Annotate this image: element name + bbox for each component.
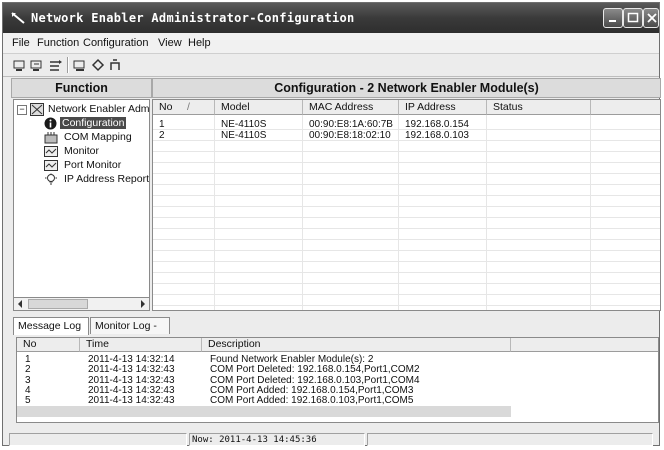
upgrade-icon[interactable]	[91, 58, 105, 72]
tree-horizontal-scrollbar[interactable]	[13, 297, 150, 311]
scroll-left-icon[interactable]	[15, 299, 26, 309]
log-header-description[interactable]: Description	[202, 338, 511, 352]
grid-line	[153, 305, 660, 306]
grid-line	[486, 115, 487, 310]
cell-no: 1	[159, 119, 165, 130]
grid-line	[153, 250, 660, 251]
grid-line	[398, 115, 399, 310]
maximize-button[interactable]	[623, 8, 643, 28]
network-enabler-icon	[30, 103, 44, 116]
grid-line	[153, 272, 660, 273]
toolbar	[3, 54, 659, 77]
app-icon	[11, 12, 25, 24]
maximize-icon	[627, 12, 639, 23]
cell-mac: 00:90:E8:18:02:10	[309, 130, 391, 141]
function-tree: − Network Enabler Admini Configuration C…	[13, 99, 150, 311]
column-header-status[interactable]: Status	[487, 100, 591, 115]
status-clock: Now: 2011-4-13 14:45:36	[192, 435, 317, 445]
status-bar: Now: 2011-4-13 14:45:36	[9, 433, 653, 446]
grid-line	[153, 261, 660, 262]
tab-monitor-log[interactable]: Monitor Log - 0	[90, 317, 170, 348]
monitor-icon	[44, 146, 58, 157]
cell-no: 2	[25, 364, 31, 376]
connect-icon[interactable]	[49, 58, 63, 72]
sort-indicator: /	[187, 101, 190, 113]
minimize-icon	[609, 20, 616, 22]
tree-root-label: Network Enabler Admini	[48, 103, 150, 115]
cell-ip: 192.168.0.154	[405, 119, 469, 130]
log-header-no[interactable]: No	[17, 338, 80, 352]
menu-bar: File Function Configuration View Help	[3, 33, 659, 54]
status-pane-clock: Now: 2011-4-13 14:45:36	[189, 433, 365, 446]
cell-time: 2011-4-13 14:32:43	[88, 395, 175, 407]
app-window: Network Enabler Administrator-Configurat…	[2, 2, 661, 446]
column-header-ip-address[interactable]: IP Address	[399, 100, 487, 115]
cell-model: NE-4110S	[221, 130, 267, 141]
grid-line	[153, 239, 660, 240]
cell-no: 5	[25, 395, 31, 407]
grid-line	[153, 195, 660, 196]
message-log-table: No Time Description 1 2011-4-13 14:32:14 F…	[16, 337, 659, 423]
log-header-blank	[511, 338, 658, 352]
title-bar[interactable]: Network Enabler Administrator-Configurat…	[3, 3, 659, 33]
grid-line	[302, 115, 303, 310]
tree-item-label: IP Address Report	[64, 173, 150, 185]
unlock-icon[interactable]	[108, 58, 122, 72]
cell-mac: 00:90:E8:1A:60:7B	[309, 119, 393, 130]
module-table: No / Model MAC Address IP Address Status…	[152, 99, 661, 311]
grid-line	[153, 184, 660, 185]
cell-ip: 192.168.0.103	[405, 130, 469, 141]
close-button[interactable]	[643, 8, 659, 28]
log-header-time[interactable]: Time	[80, 338, 202, 352]
grid-line	[214, 115, 215, 310]
tree-item-label: COM Mapping	[64, 131, 132, 143]
cell-description: COM Port Added: 192.168.0.103,Port1,COM5	[210, 395, 414, 407]
com-mapping-icon	[44, 132, 58, 144]
tree-item-label: Configuration	[60, 117, 127, 129]
selected-row-highlight	[17, 406, 511, 417]
info-icon	[44, 117, 57, 130]
grid-line	[153, 217, 660, 218]
minimize-button[interactable]	[603, 8, 623, 28]
configuration-header: Configuration - 2 Network Enabler Module…	[152, 78, 661, 98]
cell-description: COM Port Deleted: 192.168.0.154,Port1,CO…	[210, 364, 420, 376]
cell-time: 2011-4-13 14:32:43	[88, 364, 175, 376]
search-network-icon[interactable]	[13, 58, 27, 72]
function-header: Function	[11, 78, 152, 98]
column-header-model[interactable]: Model	[215, 100, 303, 115]
menu-function[interactable]: Function	[37, 37, 79, 49]
close-icon	[647, 13, 657, 23]
grid-line	[590, 115, 591, 310]
tree-item-label: Monitor	[64, 145, 100, 157]
grid-line	[153, 294, 660, 295]
grid-line	[153, 162, 660, 163]
grid-line	[153, 173, 660, 174]
grid-line	[153, 283, 660, 284]
lightbulb-icon	[45, 173, 57, 185]
grid-line	[153, 151, 660, 152]
grid-line	[153, 228, 660, 229]
status-pane-left	[9, 433, 187, 446]
tree-item-label: Port Monitor	[64, 159, 122, 171]
menu-file[interactable]: File	[12, 37, 30, 49]
window-title: Network Enabler Administrator-Configurat…	[31, 11, 355, 25]
column-header-mac-address[interactable]: MAC Address	[303, 100, 399, 115]
collapse-icon[interactable]: −	[17, 105, 27, 115]
status-pane-right	[367, 433, 653, 446]
toolbar-separator	[67, 57, 69, 73]
scroll-thumb[interactable]	[28, 299, 88, 309]
grid-line	[153, 206, 660, 207]
menu-view[interactable]: View	[158, 37, 182, 49]
column-header-no[interactable]: No /	[153, 100, 215, 115]
search-ip-icon[interactable]	[30, 58, 44, 72]
cell-model: NE-4110S	[221, 119, 267, 130]
menu-help[interactable]: Help	[188, 37, 211, 49]
tab-message-log[interactable]: Message Log - 5	[13, 317, 89, 348]
settings-icon[interactable]	[73, 58, 87, 72]
column-header-blank	[591, 100, 660, 115]
menu-configuration[interactable]: Configuration	[83, 37, 148, 49]
scroll-right-icon[interactable]	[137, 299, 148, 309]
port-monitor-icon	[44, 160, 58, 171]
cell-no: 2	[159, 130, 165, 141]
